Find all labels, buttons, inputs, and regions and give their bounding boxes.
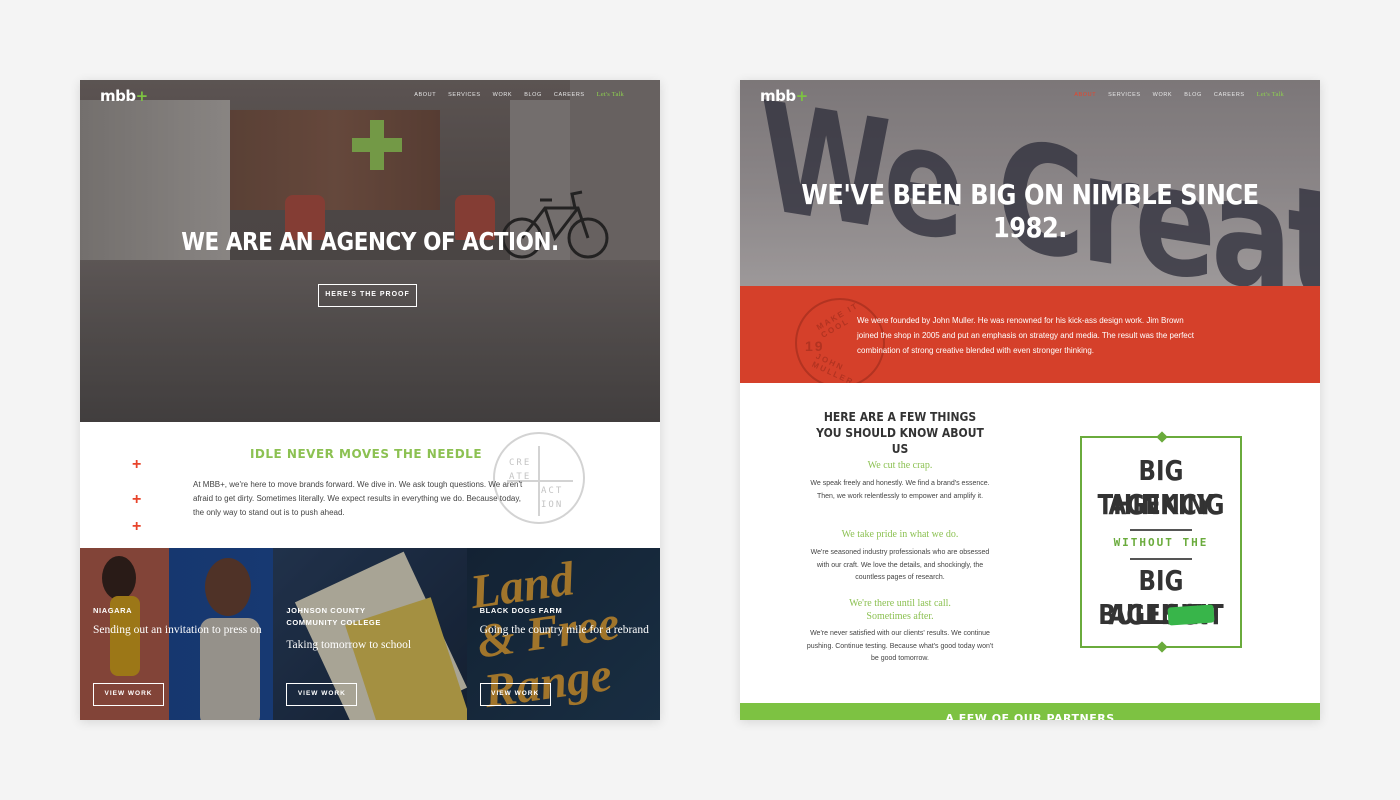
nav-services[interactable]: SERVICES bbox=[448, 92, 481, 98]
thing-body: We're seasoned industry professionals wh… bbox=[810, 549, 990, 581]
intro-section: MAKE IT COOL 19 JOHN MULLER We were foun… bbox=[740, 286, 1320, 388]
nav-work[interactable]: WORK bbox=[493, 92, 513, 98]
diamond-icon bbox=[1156, 431, 1168, 443]
logo-plus: + bbox=[135, 87, 149, 105]
work-card-niagara[interactable]: NIAGARA Sending out an invitation to pre… bbox=[80, 548, 274, 720]
logo-text: mbb bbox=[760, 87, 796, 105]
card-client: NIAGARA bbox=[93, 606, 133, 615]
thing-title: We cut the crap. bbox=[867, 460, 933, 471]
big-agency-poster: BIG AGENCY THINKING WITHOUT THE BIG AGEN… bbox=[1080, 431, 1242, 653]
green-censor-smear bbox=[1167, 604, 1215, 626]
nav-careers[interactable]: CAREERS bbox=[1214, 92, 1245, 98]
heres-the-proof-button[interactable]: HERE'S THE PROOF bbox=[318, 284, 417, 307]
nav-lets-talk[interactable]: Let's Talk bbox=[597, 91, 624, 98]
card-desc: Sending out an invitation to press on bbox=[93, 624, 262, 636]
red-plus-icon: + bbox=[132, 491, 142, 508]
top-nav: mbb+ ABOUT SERVICES WORK BLOG CAREERS Le… bbox=[740, 80, 1320, 112]
nav-blog[interactable]: BLOG bbox=[524, 92, 542, 98]
poster-rule bbox=[1130, 529, 1192, 531]
hero-title: WE ARE AN AGENCY OF ACTION. bbox=[181, 227, 559, 256]
logo-text: mbb bbox=[100, 87, 136, 105]
seal-year: 19 bbox=[805, 338, 825, 354]
nav-work[interactable]: WORK bbox=[1153, 92, 1173, 98]
nav-about[interactable]: ABOUT bbox=[1074, 92, 1096, 98]
about-hero-title: WE'VE BEEN BIG ON NIMBLE SINCE 1982. bbox=[801, 178, 1259, 244]
stamp-text: CRE bbox=[509, 458, 532, 468]
card-desc: Taking tomorrow to school bbox=[286, 639, 412, 651]
home-hero: WE ARE AN AGENCY OF ACTION. HERE'S THE P… bbox=[80, 80, 660, 422]
things-section: HERE ARE A FEW THINGS YOU SHOULD KNOW AB… bbox=[740, 383, 1320, 703]
work-card-jccc[interactable]: JOHNSON COUNTY COMMUNITY COLLEGE Taking … bbox=[273, 548, 467, 720]
red-plus-icon: + bbox=[132, 518, 142, 535]
stamp-text: ACT bbox=[541, 486, 564, 496]
idle-title: IDLE NEVER MOVES THE NEEDLE bbox=[249, 447, 483, 461]
nav-blog[interactable]: BLOG bbox=[1184, 92, 1202, 98]
poster-line: THINKING bbox=[1097, 488, 1225, 521]
idle-body: At MBB+, we're here to move brands forwa… bbox=[193, 480, 523, 517]
view-work-button[interactable]: VIEW WORK bbox=[286, 683, 358, 706]
top-nav: mbb+ ABOUT SERVICES WORK BLOG CAREERS Le… bbox=[80, 80, 660, 112]
thing-body: We speak freely and honestly. We find a … bbox=[810, 480, 990, 500]
card-desc: Going the country mile for a rebrand bbox=[479, 624, 649, 636]
partners-banner: A FEW OF OUR PARTNERS bbox=[740, 703, 1320, 720]
poster-rule bbox=[1130, 558, 1192, 560]
view-work-button[interactable]: VIEW WORK bbox=[93, 683, 164, 706]
work-cards: NIAGARA Sending out an invitation to pre… bbox=[80, 548, 660, 720]
nav-lets-talk[interactable]: Let's Talk bbox=[1257, 91, 1284, 98]
partners-title: A FEW OF OUR PARTNERS bbox=[945, 712, 1115, 720]
intro-text: We were founded by John Muller. He was r… bbox=[857, 316, 1194, 355]
home-page-mockup: WE ARE AN AGENCY OF ACTION. HERE'S THE P… bbox=[80, 80, 660, 720]
nav-services[interactable]: SERVICES bbox=[1108, 92, 1141, 98]
logo-plus: + bbox=[795, 87, 809, 105]
things-title: HERE ARE A FEW THINGS YOU SHOULD KNOW AB… bbox=[816, 410, 984, 456]
red-plus-icon: + bbox=[132, 456, 142, 473]
about-page-mockup: We Create Action WE'VE BEEN BIG ON NIMBL… bbox=[740, 80, 1320, 720]
diamond-icon bbox=[1156, 641, 1168, 653]
nav-links: ABOUT SERVICES WORK BLOG CAREERS Let's T… bbox=[414, 91, 624, 98]
view-work-button[interactable]: VIEW WORK bbox=[479, 683, 551, 706]
idle-section: + + + IDLE NEVER MOVES THE NEEDLE CRE AT… bbox=[80, 422, 660, 548]
poster-mid: WITHOUT THE bbox=[1113, 536, 1209, 549]
nav-careers[interactable]: CAREERS bbox=[554, 92, 585, 98]
nav-about[interactable]: ABOUT bbox=[414, 92, 436, 98]
card-client: JOHNSON COUNTY COMMUNITY COLLEGE bbox=[286, 606, 381, 627]
work-card-black-dogs-farm[interactable]: Land & Free Range BLACK DOGS FARM Going th… bbox=[466, 548, 660, 720]
thing-title: We take pride in what we do. bbox=[841, 529, 959, 540]
thing-body: We're never satisfied with our clients' … bbox=[806, 630, 994, 662]
thing-title: We're there until last call. Sometimes a… bbox=[849, 598, 951, 622]
nav-links: ABOUT SERVICES WORK BLOG CAREERS Let's T… bbox=[1074, 91, 1284, 98]
card-client: BLACK DOGS FARM bbox=[479, 606, 563, 615]
mbb-logo[interactable]: mbb+ bbox=[760, 87, 808, 105]
stamp-text: ION bbox=[541, 500, 564, 510]
mbb-logo[interactable]: mbb+ bbox=[100, 87, 148, 105]
